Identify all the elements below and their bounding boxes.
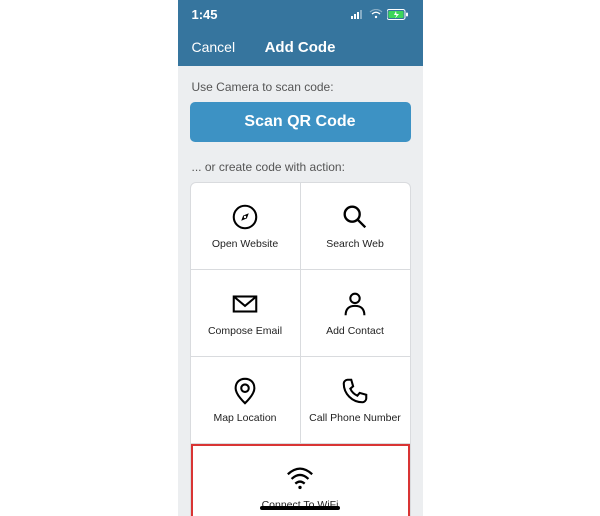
pin-icon bbox=[230, 376, 260, 406]
cell-label: Search Web bbox=[326, 238, 384, 250]
action-open-website[interactable]: Open Website bbox=[191, 183, 300, 269]
wifi-icon bbox=[285, 463, 315, 493]
phone-frame: 1:45 Cancel Add Code Use Camera to scan … bbox=[178, 0, 423, 516]
cancel-button[interactable]: Cancel bbox=[192, 39, 236, 55]
mail-icon bbox=[230, 289, 260, 319]
home-indicator bbox=[260, 506, 340, 510]
wifi-status-icon bbox=[369, 9, 383, 19]
action-call-phone[interactable]: Call Phone Number bbox=[300, 357, 410, 443]
cell-label: Compose Email bbox=[208, 325, 282, 337]
status-icons bbox=[351, 9, 409, 20]
action-grid: Open Website Search Web Compose Email Ad… bbox=[190, 182, 411, 516]
action-map-location[interactable]: Map Location bbox=[191, 357, 300, 443]
cell-label: Open Website bbox=[212, 238, 278, 250]
signal-icon bbox=[351, 9, 365, 19]
action-add-contact[interactable]: Add Contact bbox=[300, 270, 410, 356]
status-time: 1:45 bbox=[192, 7, 218, 22]
scan-hint: Use Camera to scan code: bbox=[192, 80, 411, 94]
cell-label: Add Contact bbox=[326, 325, 384, 337]
scan-qr-button[interactable]: Scan QR Code bbox=[190, 102, 411, 142]
phone-icon bbox=[340, 376, 370, 406]
battery-icon bbox=[387, 9, 409, 20]
search-icon bbox=[340, 202, 370, 232]
status-bar: 1:45 bbox=[178, 0, 423, 28]
cell-label: Call Phone Number bbox=[309, 412, 401, 424]
person-icon bbox=[340, 289, 370, 319]
nav-bar: Cancel Add Code bbox=[178, 28, 423, 66]
create-hint: ... or create code with action: bbox=[192, 160, 411, 174]
compass-icon bbox=[230, 202, 260, 232]
nav-title: Add Code bbox=[265, 39, 336, 56]
action-search-web[interactable]: Search Web bbox=[300, 183, 410, 269]
cell-label: Map Location bbox=[213, 412, 276, 424]
action-compose-email[interactable]: Compose Email bbox=[191, 270, 300, 356]
